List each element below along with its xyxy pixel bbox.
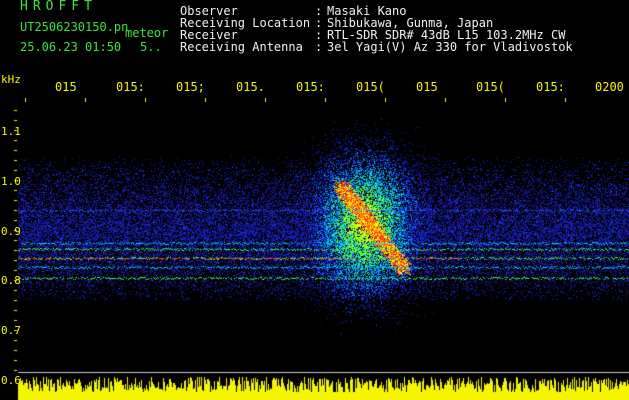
spectrogram-canvas: [0, 0, 629, 400]
time-tick: 015:: [116, 80, 145, 94]
time-tick: 015:: [296, 80, 325, 94]
time-tick: 0200: [595, 80, 624, 94]
freq-tick: 1.0: [1, 175, 21, 188]
freq-tick: 0.7: [1, 324, 21, 337]
datetime-label: 25.06.23 01:50: [20, 40, 122, 54]
time-tick: 015.: [236, 80, 265, 94]
time-tick: 015:: [536, 80, 565, 94]
time-tick: 015;: [176, 80, 205, 94]
info-row-antenna: Receiving Antenna:3el Yagi(V) Az 330 for…: [180, 40, 573, 54]
filename-label: UT2506230150.pn: [20, 20, 129, 34]
freq-tick: 0.6: [1, 374, 21, 387]
mode-label: meteor: [125, 26, 169, 40]
count-label: 5..: [140, 40, 162, 54]
time-tick: 015(: [476, 80, 505, 94]
freq-tick: 0.9: [1, 225, 21, 238]
time-tick: 015(: [356, 80, 385, 94]
freq-tick: 1.1: [1, 125, 21, 138]
time-tick: 015: [416, 80, 438, 94]
freq-tick: 0.8: [1, 274, 21, 287]
time-tick: 015: [55, 80, 77, 94]
app-title: HROFFT: [20, 0, 97, 14]
frequency-unit-label: kHz: [1, 73, 21, 86]
